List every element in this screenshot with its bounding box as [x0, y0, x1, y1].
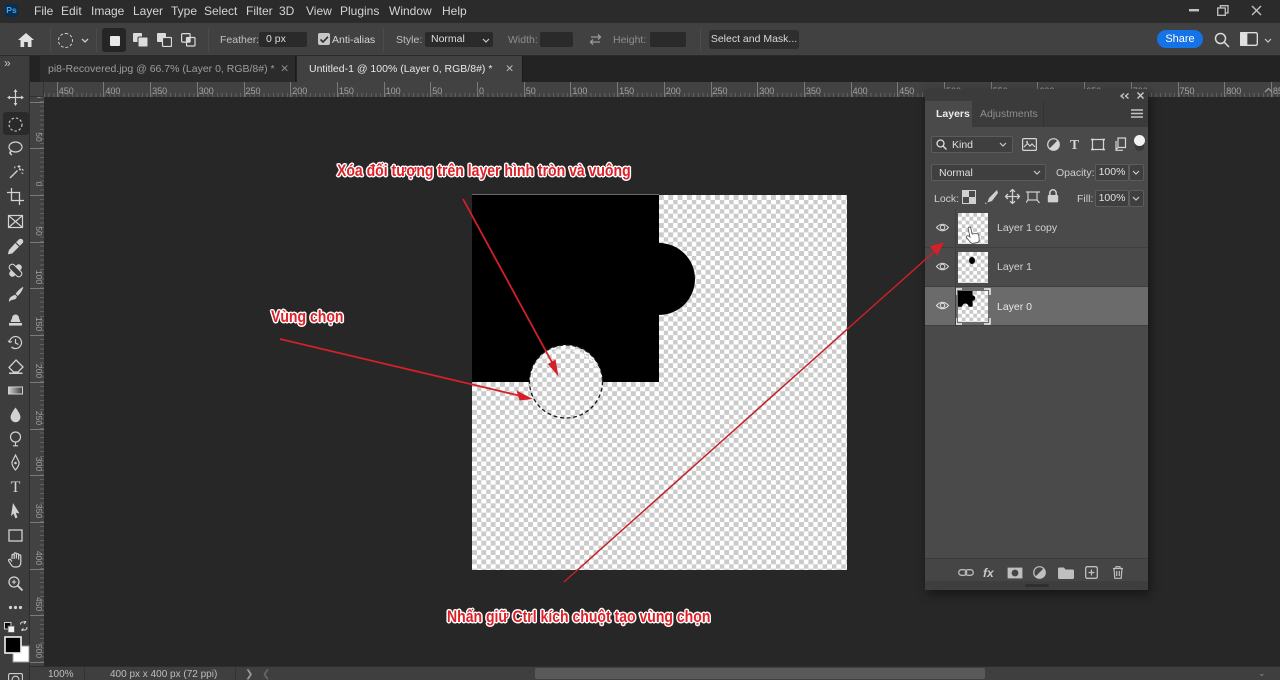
- svg-text:T: T: [11, 479, 21, 495]
